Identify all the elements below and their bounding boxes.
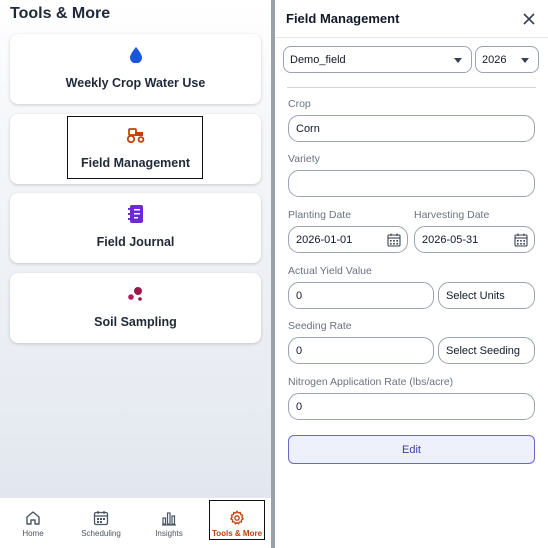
gear-icon [230, 510, 244, 525]
card-label: Field Journal [96, 235, 175, 249]
harvesting-date-label: Harvesting Date [414, 209, 490, 221]
yield-label: Actual Yield Value [288, 265, 372, 277]
calendar-icon[interactable] [514, 233, 528, 247]
card-label: Field Management [80, 156, 191, 170]
yield-value: 0 [296, 290, 303, 302]
seeding-rate-label: Seeding Rate [288, 320, 352, 332]
field-management-panel: Field Management Demo_field 2026 Crop Co… [275, 0, 548, 548]
chevron-down-icon [521, 58, 529, 63]
bottom-nav: Home Scheduling Insights Tools & More [0, 497, 271, 548]
water-drop-icon [129, 47, 142, 63]
nav-insights[interactable]: Insights [145, 498, 193, 548]
nav-scheduling[interactable]: Scheduling [75, 498, 127, 548]
card-field-journal[interactable]: Field Journal [10, 193, 261, 263]
variety-label: Variety [288, 153, 320, 165]
harvesting-date-input[interactable]: 2026-05-31 [414, 226, 535, 253]
page-title: Tools & More [10, 5, 111, 22]
notebook-icon [127, 205, 143, 223]
close-icon[interactable] [520, 10, 538, 28]
nav-home[interactable]: Home [10, 498, 56, 548]
card-field-management[interactable]: Field Management [10, 114, 261, 184]
seeding-rate-value: 0 [296, 345, 303, 357]
crop-value: Corn [296, 123, 320, 135]
seeding-units-select[interactable]: Select Seeding [438, 337, 535, 364]
card-label: Weekly Crop Water Use [65, 76, 206, 90]
card-label: Soil Sampling [94, 315, 177, 329]
planting-date-label: Planting Date [288, 209, 352, 221]
nitrogen-value: 0 [296, 401, 303, 413]
card-weekly-crop-water-use[interactable]: Weekly Crop Water Use [10, 34, 261, 104]
chevron-down-icon [454, 58, 462, 63]
seeding-rate-input[interactable]: 0 [288, 337, 434, 364]
yield-input[interactable]: 0 [288, 282, 434, 309]
tractor-icon [126, 128, 144, 143]
field-select-value: Demo_field [290, 54, 346, 66]
nitrogen-label: Nitrogen Application Rate (lbs/acre) [288, 376, 454, 388]
seeding-units-value: Select Seeding [446, 345, 520, 357]
harvesting-date-value: 2026-05-31 [422, 234, 479, 246]
yield-units-select[interactable]: Select Units [438, 282, 535, 309]
panel-title: Field Management [286, 11, 400, 26]
calendar-icon[interactable] [387, 233, 401, 247]
divider [287, 87, 536, 88]
yield-units-value: Select Units [446, 290, 505, 302]
field-select[interactable]: Demo_field [283, 46, 472, 73]
variety-input[interactable] [288, 170, 535, 197]
panel-header: Field Management [275, 0, 548, 38]
nav-tools-more[interactable]: Tools & More [210, 498, 264, 548]
home-icon [26, 510, 40, 525]
edit-button[interactable]: Edit [288, 435, 535, 464]
soil-dots-icon [127, 287, 142, 301]
bar-chart-icon [162, 511, 176, 526]
calendar-icon [93, 510, 109, 525]
card-soil-sampling[interactable]: Soil Sampling [10, 273, 261, 343]
crop-label: Crop [288, 98, 311, 110]
year-select-value: 2026 [482, 54, 507, 66]
nav-label: Tools & More [211, 528, 263, 538]
nav-label: Scheduling [81, 528, 121, 538]
tools-pane: Tools & More Weekly Crop Water Use Field… [0, 0, 271, 548]
planting-date-input[interactable]: 2026-01-01 [288, 226, 408, 253]
crop-input[interactable]: Corn [288, 115, 535, 142]
year-select[interactable]: 2026 [475, 46, 539, 73]
nitrogen-input[interactable]: 0 [288, 393, 535, 420]
nav-label: Insights [155, 528, 183, 538]
planting-date-value: 2026-01-01 [296, 234, 353, 246]
nav-label: Home [22, 528, 44, 538]
